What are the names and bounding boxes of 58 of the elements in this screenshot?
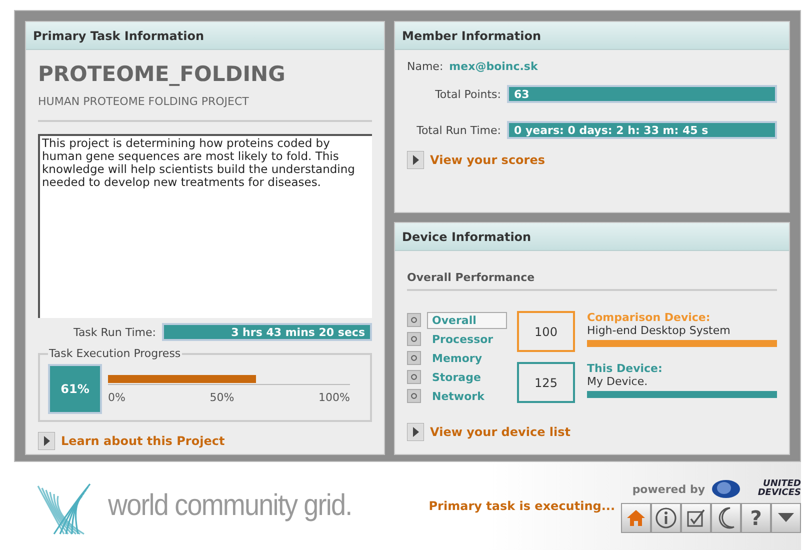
section-heading: Overall Performance — [407, 257, 777, 292]
points-label: Total Points: — [435, 88, 501, 100]
category-option[interactable]: Network — [427, 388, 507, 405]
powered-by-text: powered by — [632, 482, 705, 496]
run-time-value: 3 hrs 43 mins 20 secs — [162, 323, 372, 341]
member-name: mex@boinc.sk — [449, 60, 538, 73]
checklist-button[interactable] — [681, 503, 711, 533]
progress-legend: Task Execution Progress — [48, 347, 182, 360]
checkbox-icon — [686, 508, 706, 528]
total-run-time-label: Total Run Time: — [416, 124, 501, 136]
home-button[interactable] — [621, 503, 651, 533]
scores-link[interactable]: View your scores — [407, 151, 777, 169]
bullet-icon — [407, 351, 421, 366]
device-title: Comparison Device: — [587, 311, 712, 324]
info-icon — [655, 507, 677, 529]
device-name: My Device. — [587, 375, 649, 388]
device-name: High-end Desktop System — [587, 324, 732, 338]
play-arrow-icon — [38, 432, 55, 450]
device-title: This Device: — [587, 362, 664, 376]
points-value: 63 — [507, 85, 777, 103]
logo-text: world community grid. — [108, 489, 352, 523]
learn-link[interactable]: Learn about this Project — [38, 432, 372, 450]
device-list-link[interactable]: View your device list — [407, 423, 777, 442]
project-name: HUMAN PROTEOME FOLDING PROJECT — [38, 95, 372, 122]
bullet-icon — [407, 313, 421, 328]
device-score: 125 — [517, 362, 575, 404]
progress-tick-label: 0% — [108, 390, 126, 404]
partner-name: UNITED DEVICES — [756, 480, 801, 498]
help-button[interactable]: ? — [741, 503, 771, 533]
category-option[interactable]: Memory — [427, 350, 507, 367]
panel-title: Device Information — [395, 223, 789, 252]
progress-tick-label: 50% — [210, 390, 234, 404]
category-option[interactable]: Processor — [427, 330, 507, 348]
project-description: This project is determining how proteins coded by human gene sequences are most likely to fold. This knowledge will help scientists build the understanding needed to develop new treatments for diseases. — [38, 134, 372, 318]
menu-button[interactable] — [771, 503, 801, 533]
panel-title: Primary Task Information — [26, 22, 384, 50]
caret-down-icon — [778, 513, 794, 523]
name-label: Name: — [407, 60, 444, 73]
progress-tick-label: 100% — [318, 390, 350, 404]
status-text: Primary task is executing... — [428, 499, 616, 513]
play-arrow-icon — [407, 151, 424, 169]
total-run-time-value: 0 years: 0 days: 2 h: 33 m: 45 s — [507, 121, 777, 139]
info-button[interactable] — [651, 503, 681, 533]
category-option[interactable]: Storage — [427, 368, 507, 386]
project-code: PROTEOME_FOLDING — [38, 62, 286, 86]
bullet-icon — [407, 332, 421, 346]
bullet-icon — [407, 389, 421, 404]
play-arrow-icon — [407, 423, 424, 442]
moon-icon — [717, 507, 735, 529]
progress-percent: 61% — [48, 364, 102, 414]
sleep-button[interactable] — [711, 503, 741, 533]
category-option[interactable]: Overall — [427, 312, 507, 329]
bullet-icon — [407, 370, 421, 384]
device-score: 100 — [517, 311, 575, 352]
globe-logo-icon — [711, 479, 741, 499]
run-time-label: Task Run Time: — [74, 326, 156, 338]
panel-title: Member Information — [395, 22, 789, 50]
home-icon — [626, 509, 646, 527]
